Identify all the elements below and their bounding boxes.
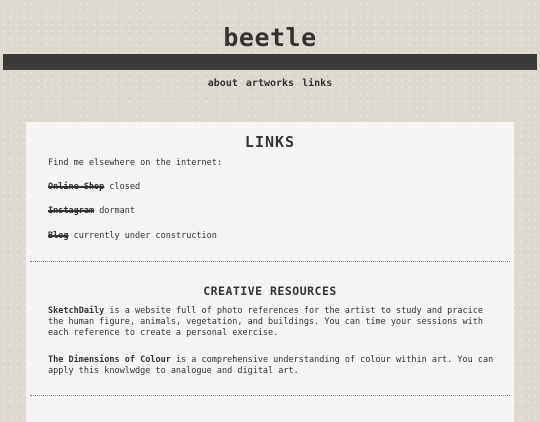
sketchdaily-link[interactable]: SketchDaily	[48, 306, 104, 316]
instagram-status: dormant	[99, 206, 136, 216]
resource-sketchdaily: SketchDaily is a website full of photo r…	[48, 306, 496, 339]
content-panel: LINKS Find me elsewhere on the internet:…	[26, 122, 514, 422]
main-nav: about artworks links	[0, 77, 540, 91]
dimensions-of-colour-link[interactable]: The Dimensions of Colour	[48, 355, 171, 365]
link-row-instagram: Instagram dormant	[48, 206, 135, 217]
site-title: beetle	[223, 23, 317, 52]
creative-resources-heading: CREATIVE RESOURCES	[203, 284, 337, 298]
section-divider-bottom	[30, 395, 510, 396]
nav-link-links[interactable]: links	[302, 78, 332, 89]
link-row-blog: Blog currently under construction	[48, 231, 217, 242]
blog-status: currently under construction	[73, 231, 217, 241]
title-bar	[3, 54, 537, 70]
links-intro: Find me elsewhere on the internet:	[48, 158, 222, 168]
online-shop-link[interactable]: Online Shop	[48, 182, 104, 192]
nav-link-artworks[interactable]: artworks	[246, 78, 294, 89]
nav-link-about[interactable]: about	[208, 78, 238, 89]
link-row-online-shop: Online Shop closed	[48, 182, 140, 193]
online-shop-status: closed	[109, 182, 141, 192]
blog-link[interactable]: Blog	[48, 231, 68, 241]
links-heading: LINKS	[244, 133, 296, 151]
resource-dimensions-of-colour: The Dimensions of Colour is a comprehens…	[48, 355, 496, 377]
section-divider	[30, 261, 510, 262]
sketchdaily-description: is a website full of photo references fo…	[48, 306, 483, 338]
instagram-link[interactable]: Instagram	[48, 206, 94, 216]
